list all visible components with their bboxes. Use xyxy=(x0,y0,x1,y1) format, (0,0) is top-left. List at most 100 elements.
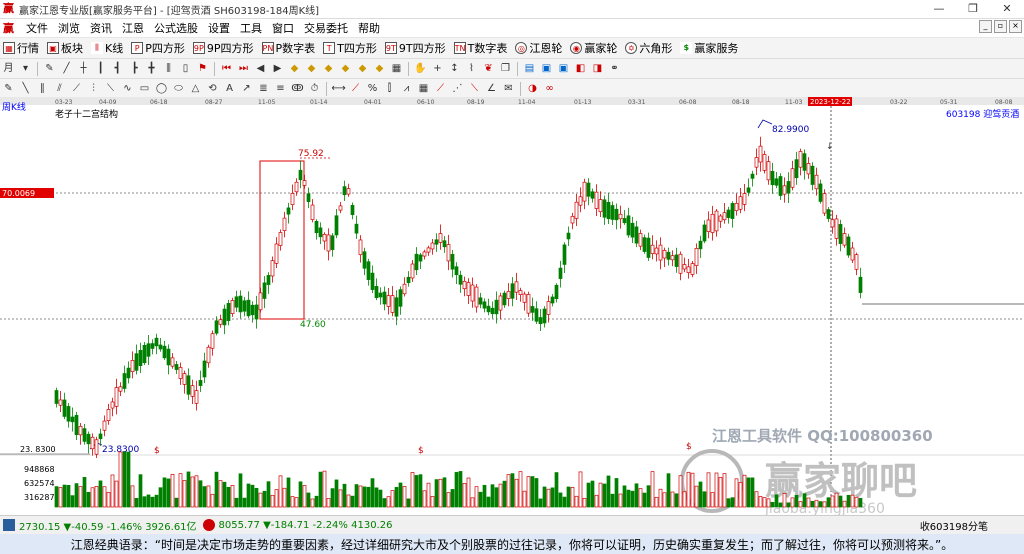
table-icon[interactable]: ▤ xyxy=(522,61,537,76)
cycle-icon[interactable]: ⟲ xyxy=(205,81,220,96)
line-tool-icon[interactable]: ╱ xyxy=(59,61,74,76)
time-icon[interactable]: ⏱ xyxy=(307,81,322,96)
crosshair-icon[interactable]: + xyxy=(430,61,445,76)
window2-icon[interactable]: ◨ xyxy=(590,61,605,76)
menu-help[interactable]: 帮助 xyxy=(353,20,385,36)
next-icon[interactable]: ▶ xyxy=(270,61,285,76)
mdi-restore-button[interactable]: ▫ xyxy=(994,20,1007,33)
zigzag-icon[interactable]: ⩘ xyxy=(399,81,414,96)
index1-quote[interactable]: 2730.15 ▼-40.59 -1.46% 3926.61亿 xyxy=(19,518,197,533)
bar2-tool-icon[interactable]: ┫ xyxy=(110,61,125,76)
link-icon[interactable]: ⚭ xyxy=(607,61,622,76)
dropdown-icon[interactable]: ▾ xyxy=(18,61,33,76)
first-icon[interactable]: ⏮ xyxy=(219,61,234,76)
gift-icon[interactable]: ❦ xyxy=(481,61,496,76)
menu-settings[interactable]: 设置 xyxy=(203,20,235,36)
mdi-minimize-button[interactable]: _ xyxy=(979,20,992,33)
bar5-tool-icon[interactable]: ⫼ xyxy=(161,61,176,76)
menu-tools[interactable]: 工具 xyxy=(235,20,267,36)
menu-browse[interactable]: 浏览 xyxy=(53,20,85,36)
text-icon[interactable]: A xyxy=(222,81,237,96)
hand-icon[interactable]: ✋ xyxy=(413,61,428,76)
percent-icon[interactable]: % xyxy=(365,81,380,96)
angle-icon[interactable]: ∠ xyxy=(484,81,499,96)
trend-icon[interactable]: ⟋ xyxy=(433,81,448,96)
minimize-button[interactable]: — xyxy=(922,0,956,18)
restore-button[interactable]: ❐ xyxy=(956,0,990,18)
diamond2-icon[interactable]: ◆ xyxy=(304,61,319,76)
candle-tool-icon[interactable]: ▯ xyxy=(178,61,193,76)
bar3-tool-icon[interactable]: ┣ xyxy=(127,61,142,76)
toolbar-t-square[interactable]: T T四方形 xyxy=(320,40,382,56)
prev-icon[interactable]: ◀ xyxy=(253,61,268,76)
triangle-icon[interactable]: △ xyxy=(188,81,203,96)
diamond4-icon[interactable]: ◆ xyxy=(338,61,353,76)
segment-icon[interactable]: ╲ xyxy=(18,81,33,96)
fib-icon[interactable]: ≣ xyxy=(256,81,271,96)
save2-icon[interactable]: ▣ xyxy=(556,61,571,76)
cross-tool-icon[interactable]: ┼ xyxy=(76,61,91,76)
menu-window[interactable]: 窗口 xyxy=(267,20,299,36)
grid-tool-icon[interactable]: ▦ xyxy=(389,61,404,76)
percent-line-icon[interactable]: ⫶ xyxy=(86,81,101,96)
bar-tool-icon[interactable]: ┃ xyxy=(93,61,108,76)
fan-icon[interactable]: ⟋ xyxy=(69,81,84,96)
window-icon[interactable]: ◧ xyxy=(573,61,588,76)
menu-info[interactable]: 资讯 xyxy=(85,20,117,36)
draw-tool-icon[interactable]: ✎ xyxy=(42,61,57,76)
flag-icon[interactable]: ⚑ xyxy=(195,61,210,76)
mirror-icon[interactable]: ⟍ xyxy=(467,81,482,96)
fan2-icon[interactable]: ⋰ xyxy=(450,81,465,96)
wave-icon[interactable]: ∿ xyxy=(120,81,135,96)
diamond3-icon[interactable]: ◆ xyxy=(321,61,336,76)
toolbar-p-square[interactable]: P P四方形 xyxy=(128,40,190,56)
box-icon[interactable]: ▭ xyxy=(137,81,152,96)
toolbar-quotes[interactable]: ▦ 行情 xyxy=(0,40,44,56)
gann-line-icon[interactable]: ⟍ xyxy=(103,81,118,96)
close-button[interactable]: ✕ xyxy=(990,0,1024,18)
parallel-icon[interactable]: ∥ xyxy=(35,81,50,96)
range-icon[interactable]: ⫿ xyxy=(382,81,397,96)
diamond6-icon[interactable]: ◆ xyxy=(372,61,387,76)
fib2-icon[interactable]: ≡ xyxy=(273,81,288,96)
toolbar-service[interactable]: $ 赢家服务 xyxy=(677,40,743,56)
menu-gann[interactable]: 江恩 xyxy=(117,20,149,36)
color-wheel-icon[interactable]: ◑ xyxy=(525,81,540,96)
toolbar-hexagon[interactable]: ✡ 六角形 xyxy=(622,40,677,56)
menu-trade[interactable]: 交易委托 xyxy=(299,20,353,36)
toolbar-p-table[interactable]: PN P数字表 xyxy=(259,40,321,56)
save-icon[interactable]: ▣ xyxy=(539,61,554,76)
spiral-icon[interactable]: ↂ xyxy=(290,81,305,96)
mdi-close-button[interactable]: × xyxy=(1009,20,1022,33)
toolbar-winner-wheel[interactable]: ◉ 赢家轮 xyxy=(567,40,622,56)
measure-icon[interactable]: ⟷ xyxy=(331,81,346,96)
pencil-icon[interactable]: ✎ xyxy=(1,81,16,96)
kline-chart[interactable]: 03-23 04-09 06-18 08-27 11-05 01-14 04-01 06-10… xyxy=(0,97,1024,517)
toolbar-t-table[interactable]: TN T数字表 xyxy=(451,40,513,56)
copy-icon[interactable]: ❐ xyxy=(498,61,513,76)
ellipse-icon[interactable]: ⬭ xyxy=(171,81,186,96)
slant-icon[interactable]: ⟋ xyxy=(348,81,363,96)
toolbar-kline[interactable]: ⫼ K线 xyxy=(88,40,128,56)
toolbar-gann-wheel[interactable]: ◎ 江恩轮 xyxy=(512,40,567,56)
circle-icon[interactable]: ◯ xyxy=(154,81,169,96)
channel-icon[interactable]: ⫽ xyxy=(52,81,67,96)
arrow-draw-icon[interactable]: ↗ xyxy=(239,81,254,96)
diamond5-icon[interactable]: ◆ xyxy=(355,61,370,76)
menu-formula[interactable]: 公式选股 xyxy=(149,20,203,36)
infinity-icon[interactable]: ∞ xyxy=(542,81,557,96)
grid2-icon[interactable]: ▦ xyxy=(416,81,431,96)
chart-canvas[interactable]: 03-23 04-09 06-18 08-27 11-05 01-14 04-01 06-10… xyxy=(0,97,1024,517)
chart-icon[interactable]: ⌇ xyxy=(464,61,479,76)
last-icon[interactable]: ⏭ xyxy=(236,61,251,76)
period-icon[interactable]: 月 xyxy=(1,61,16,76)
diamond1-icon[interactable]: ◆ xyxy=(287,61,302,76)
bar4-tool-icon[interactable]: ╋ xyxy=(144,61,159,76)
toolbar-9p-square[interactable]: 9P 9P四方形 xyxy=(190,40,259,56)
arrow-icon[interactable]: ↕ xyxy=(447,61,462,76)
index2-quote[interactable]: 8055.77 ▼-184.71 -2.24% 4130.26 xyxy=(219,520,393,531)
toolbar-blocks[interactable]: ▣ 板块 xyxy=(44,40,88,56)
note-icon[interactable]: ✉ xyxy=(501,81,516,96)
toolbar-9t-square[interactable]: 9T 9T四方形 xyxy=(382,40,451,56)
menu-file[interactable]: 文件 xyxy=(21,20,53,36)
